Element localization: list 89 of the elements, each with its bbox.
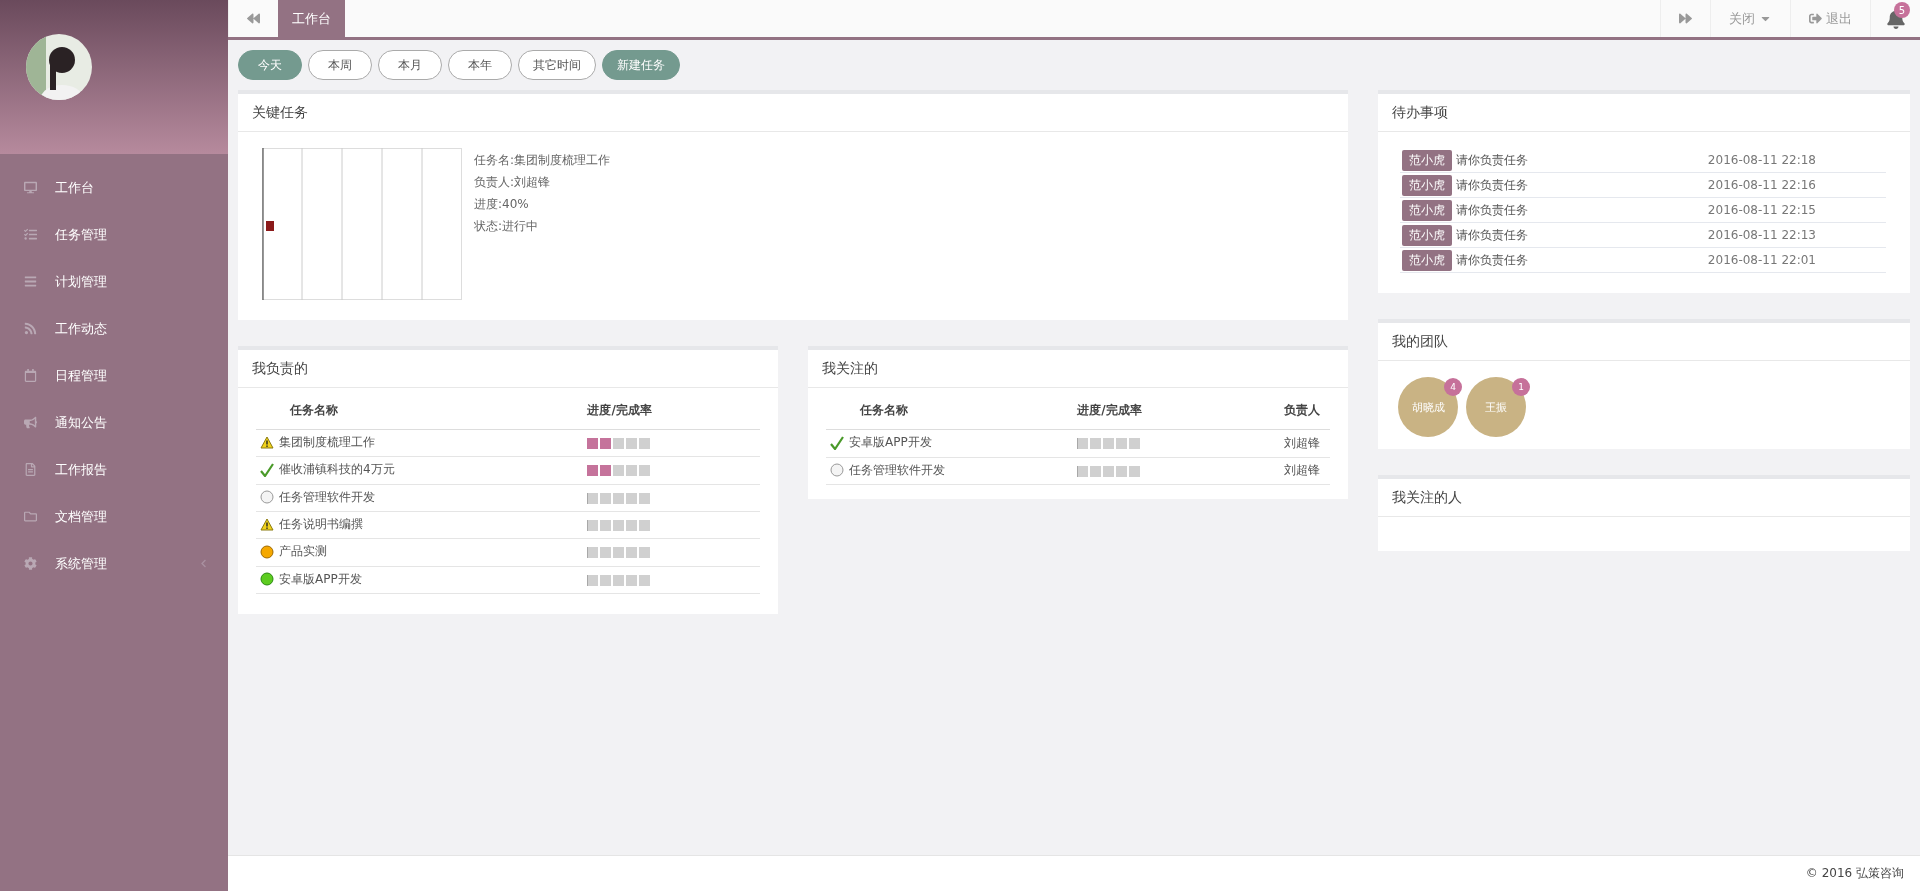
table-cell: 刘超锋	[1225, 457, 1330, 485]
sidebar-item[interactable]: 任务管理	[0, 211, 228, 258]
rss-icon	[24, 322, 37, 335]
notification-count: 5	[1894, 2, 1910, 18]
todo-time: 2016-08-11 22:01	[1707, 253, 1816, 267]
member-count-badge: 1	[1512, 378, 1530, 396]
column-header: 任务名称	[256, 392, 578, 430]
column-header: 进度/完成率	[1067, 392, 1226, 430]
sidebar-item[interactable]: 计划管理	[0, 258, 228, 305]
copyright-text: © 2016 弘策咨询	[1805, 865, 1904, 882]
todo-item[interactable]: 范小虎 请你负责任务 2016-08-11 22:01	[1400, 248, 1886, 273]
member-count-badge: 4	[1444, 378, 1462, 396]
document-icon	[24, 463, 37, 476]
circle-icon	[830, 463, 844, 477]
task-detail: 状态:进行中	[474, 218, 540, 235]
tab[interactable]: 工作台	[278, 0, 345, 37]
todo-text: 请你负责任务	[1456, 251, 1528, 269]
sidebar-item[interactable]: 系统管理	[0, 540, 228, 587]
sidebar-item[interactable]: 工作报告	[0, 446, 228, 493]
circle-icon	[260, 490, 274, 504]
filter-button[interactable]: 本周	[308, 50, 372, 80]
monitor-icon	[24, 181, 37, 194]
table-cell: 安卓版APP开发	[826, 429, 1068, 457]
filter-button[interactable]: 本年	[448, 50, 512, 80]
sender-tag: 范小虎	[1402, 199, 1452, 221]
sidebar-item[interactable]: 文档管理	[0, 493, 228, 540]
column-header: 任务名称	[826, 392, 1068, 430]
table-cell: 任务说明书编撰	[256, 511, 578, 539]
table-cell: 催收浦镇科技的4万元	[256, 456, 578, 484]
table-cell: 刘超锋	[1225, 429, 1330, 457]
card-title: 我的团队	[1378, 323, 1910, 361]
task-detail: 进度:40%	[474, 196, 530, 213]
task-detail: 负责人:刘超锋	[474, 174, 552, 191]
todo-text: 请你负责任务	[1456, 176, 1528, 194]
warning-icon	[260, 518, 274, 531]
megaphone-icon	[24, 416, 37, 429]
warning-icon	[260, 436, 274, 449]
sender-tag: 范小虎	[1402, 149, 1452, 171]
card-title: 待办事项	[1378, 94, 1910, 132]
filter-button[interactable]: 本月	[378, 50, 442, 80]
todo-text: 请你负责任务	[1456, 151, 1528, 169]
todo-item[interactable]: 范小虎 请你负责任务 2016-08-11 22:15	[1400, 198, 1886, 223]
sidebar-item[interactable]: 日程管理	[0, 352, 228, 399]
column-header: 负责人	[1225, 392, 1330, 430]
filter-button[interactable]: 今天	[238, 50, 302, 80]
todo-time: 2016-08-11 22:15	[1707, 203, 1816, 217]
sidebar-item[interactable]: 工作台	[0, 164, 228, 211]
sender-tag: 范小虎	[1402, 174, 1452, 196]
new-task-button[interactable]: 新建任务	[602, 50, 680, 80]
circle-icon	[260, 544, 274, 559]
table-cell: 安卓版APP开发	[256, 566, 578, 594]
todo-time: 2016-08-11 22:18	[1707, 153, 1816, 167]
sidebar-item[interactable]: 通知公告	[0, 399, 228, 446]
logout-button[interactable]: 退出	[1790, 0, 1870, 37]
card-title: 我关注的人	[1378, 479, 1910, 517]
backward-icon	[247, 12, 260, 25]
table-cell: 集团制度梳理工作	[256, 429, 578, 457]
chevron-icon	[199, 559, 208, 568]
menu-icon	[24, 275, 37, 288]
forward-icon	[1679, 12, 1692, 25]
sender-tag: 范小虎	[1402, 224, 1452, 246]
sidebar-item[interactable]: 工作动态	[0, 305, 228, 352]
table-cell: 任务管理软件开发	[826, 457, 1068, 485]
folder-icon	[24, 510, 37, 523]
card-title: 我负责的	[238, 350, 778, 388]
filter-button[interactable]: 其它时间	[518, 50, 596, 80]
todo-item[interactable]: 范小虎 请你负责任务 2016-08-11 22:18	[1400, 148, 1886, 173]
calendar-icon	[24, 369, 37, 382]
checkmark-icon	[260, 462, 274, 477]
task-detail: 任务名:集团制度梳理工作	[474, 152, 611, 169]
sender-tag: 范小虎	[1402, 249, 1452, 271]
card-title: 关键任务	[238, 94, 1348, 132]
todo-item[interactable]: 范小虎 请你负责任务 2016-08-11 22:16	[1400, 173, 1886, 198]
todo-text: 请你负责任务	[1456, 226, 1528, 244]
logout-icon	[1809, 12, 1822, 25]
todo-time: 2016-08-11 22:16	[1707, 178, 1816, 192]
todo-text: 请你负责任务	[1456, 201, 1528, 219]
checkmark-icon	[830, 435, 844, 450]
circle-icon	[260, 572, 274, 586]
close-menu-button[interactable]: 关闭	[1710, 0, 1790, 37]
column-header: 进度/完成率	[577, 392, 760, 430]
table-cell: 产品实测	[256, 538, 578, 566]
card-title: 我关注的	[808, 350, 1348, 388]
settings-icon	[24, 557, 37, 570]
table-cell: 任务管理软件开发	[256, 484, 578, 512]
tasks-icon	[24, 228, 37, 241]
notification-button[interactable]: 5	[1870, 0, 1920, 37]
todo-item[interactable]: 范小虎 请你负责任务 2016-08-11 22:13	[1400, 223, 1886, 248]
todo-time: 2016-08-11 22:13	[1707, 228, 1816, 242]
